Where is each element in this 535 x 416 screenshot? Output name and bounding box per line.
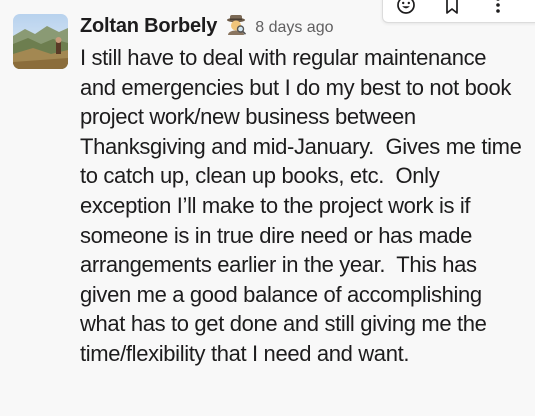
avatar-photo [13,14,68,69]
avatar[interactable] [13,14,68,69]
detective-emoji-icon [225,13,247,35]
more-actions-icon [495,0,501,20]
add-reaction-button[interactable] [383,0,429,18]
more-actions-button[interactable] [475,0,521,18]
bookmark-button[interactable] [429,0,475,18]
author-name[interactable]: Zoltan Borbely [80,15,217,38]
bookmark-icon [443,0,461,20]
add-reaction-icon [396,0,416,20]
message-actions-toolbar [382,0,535,23]
message-text: I still have to deal with regular mainte… [80,45,522,366]
message-row: Zoltan Borbely 8 days ago I still have t… [0,0,535,416]
timestamp[interactable]: 8 days ago [255,19,333,37]
message-header: Zoltan Borbely 8 days ago [80,10,334,40]
